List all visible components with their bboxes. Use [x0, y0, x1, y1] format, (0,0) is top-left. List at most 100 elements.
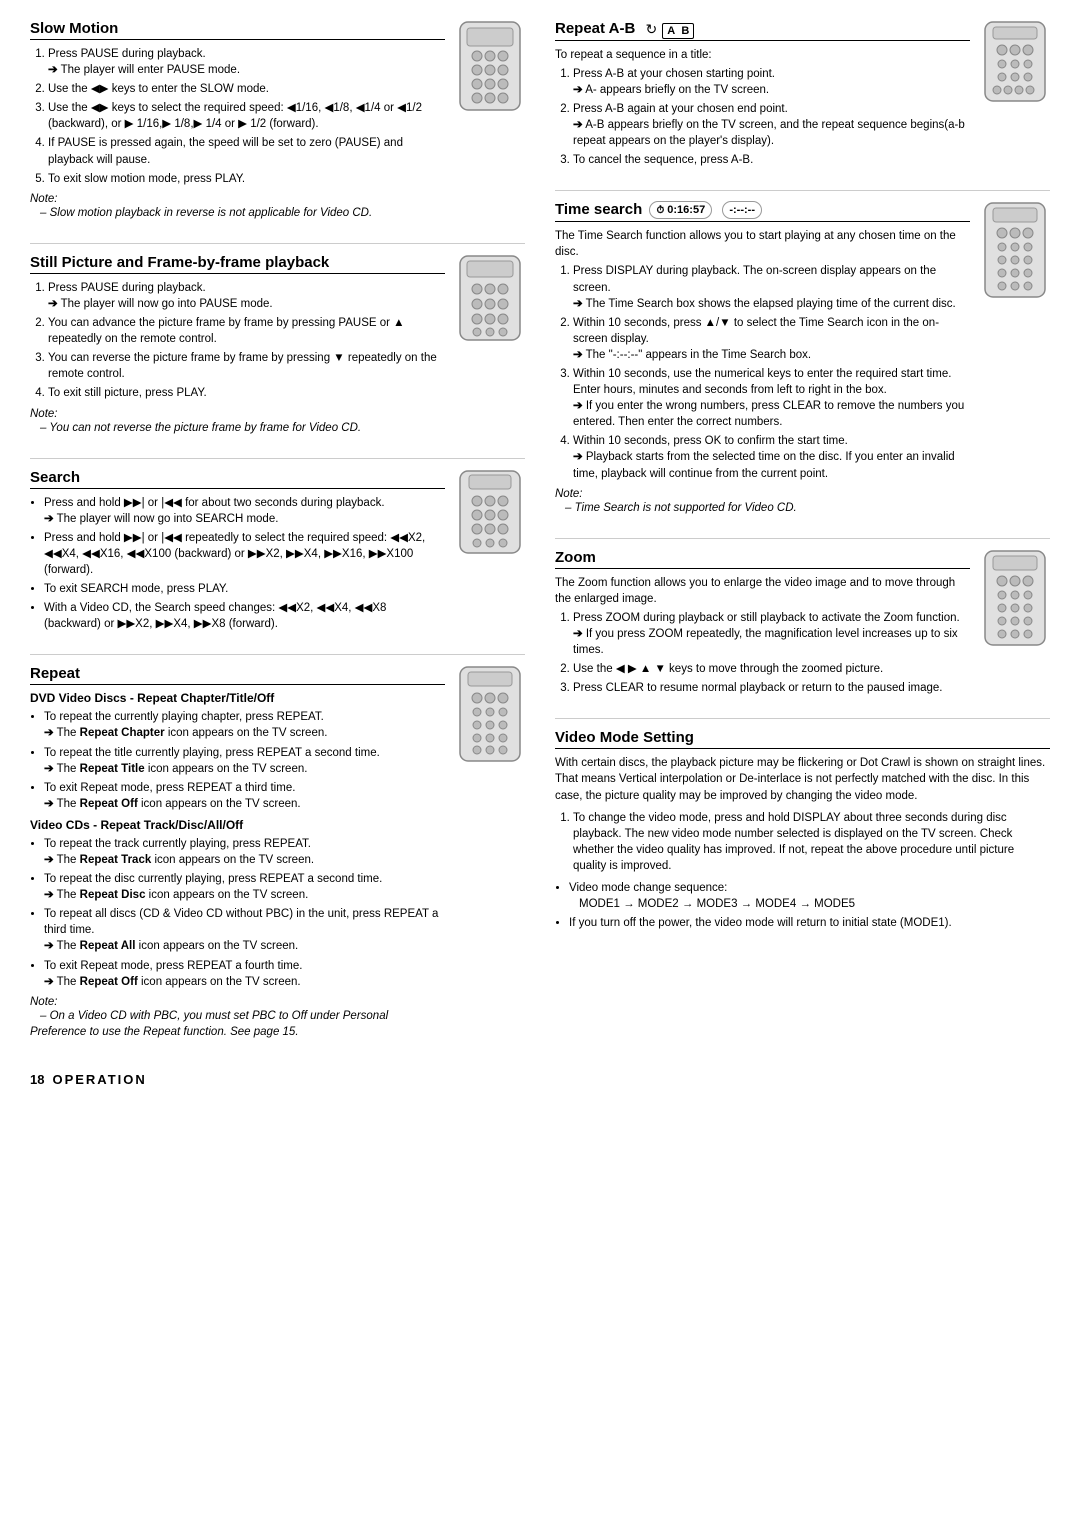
repeat-ab-remote-image — [980, 20, 1050, 108]
list-item: Press A-B again at your chosen end point… — [573, 101, 970, 149]
repeat-ab-intro: To repeat a sequence in a title: — [555, 47, 970, 63]
list-item: To change the video mode, press and hold… — [573, 810, 1050, 874]
time-display-box: ⏱ 0:16:57 — [649, 201, 712, 219]
arrow-text: ➔ — [44, 513, 54, 525]
repeat-vcd-subtitle: Video CDs - Repeat Track/Disc/All/Off — [30, 818, 445, 832]
arrow-text: ➔ — [48, 64, 58, 76]
video-mode-steps: To change the video mode, press and hold… — [555, 810, 1050, 874]
list-item: Use the ◀▶ keys to enter the SLOW mode. — [48, 81, 445, 97]
list-item: Press and hold ▶▶| or |◀◀ for about two … — [44, 495, 445, 527]
arrow-text: ➔ — [44, 763, 54, 775]
list-item: Press PAUSE during playback. ➔ The playe… — [48, 46, 445, 78]
slow-motion-remote-image — [455, 20, 525, 118]
arrow-text: ➔ — [573, 349, 583, 361]
search-title: Search — [30, 469, 445, 489]
time-current: 0:16:57 — [667, 204, 705, 216]
divider — [555, 718, 1050, 719]
list-item: To exit Repeat mode, press REPEAT a four… — [44, 958, 445, 990]
list-item: Within 10 seconds, press ▲/▼ to select t… — [573, 315, 970, 363]
video-mode-bullets: Video mode change sequence: MODE1 → MODE… — [555, 880, 1050, 931]
arrow-text: ➔ — [573, 451, 583, 463]
still-picture-note: Note: – You can not reverse the picture … — [30, 408, 445, 436]
list-item: Use the ◀ ▶ ▲ ▼ keys to move through the… — [573, 661, 970, 677]
still-picture-title: Still Picture and Frame-by-frame playbac… — [30, 254, 445, 274]
list-item: Use the ◀▶ keys to select the required s… — [48, 100, 445, 132]
list-item: If you turn off the power, the video mod… — [569, 915, 1050, 931]
section-search: Search Press and hold ▶▶| or |◀◀ for abo… — [30, 469, 525, 637]
repeat-vcd-bullets: To repeat the track currently playing, p… — [30, 836, 445, 990]
zoom-intro: The Zoom function allows you to enlarge … — [555, 575, 970, 607]
repeat-remote-image — [455, 665, 525, 768]
clock-icon: ⏱ — [656, 205, 664, 216]
list-item: Press PAUSE during playback. ➔ The playe… — [48, 280, 445, 312]
page-number: 18 — [30, 1072, 44, 1087]
time-search-note: Note: – Time Search is not supported for… — [555, 488, 970, 516]
arrow-text: ➔ — [48, 298, 58, 310]
list-item: To repeat all discs (CD & Video CD witho… — [44, 906, 445, 954]
time-search-intro: The Time Search function allows you to s… — [555, 228, 970, 260]
arrow-text: ➔ — [44, 940, 54, 952]
arrow-text: ➔ — [44, 854, 54, 866]
list-item: To repeat the disc currently playing, pr… — [44, 871, 445, 903]
list-item: To exit SEARCH mode, press PLAY. — [44, 581, 445, 597]
left-column: Slow Motion Press PAUSE during playback.… — [30, 20, 525, 1062]
divider — [555, 190, 1050, 191]
repeat-ab-title: Repeat A-B ↻ A B — [555, 20, 970, 41]
list-item: To repeat the title currently playing, p… — [44, 745, 445, 777]
section-video-mode: Video Mode Setting With certain discs, t… — [555, 729, 1050, 931]
list-item: To cancel the sequence, press A-B. — [573, 152, 970, 168]
repeat-ab-steps: Press A-B at your chosen starting point.… — [555, 66, 970, 169]
arrow-text: ➔ — [573, 400, 583, 412]
arrow-text: ➔ — [573, 84, 583, 96]
slow-motion-steps: Press PAUSE during playback. ➔ The playe… — [30, 46, 445, 187]
list-item: Within 10 seconds, press OK to confirm t… — [573, 433, 970, 481]
video-mode-intro: With certain discs, the playback picture… — [555, 755, 1050, 803]
search-bullets: Press and hold ▶▶| or |◀◀ for about two … — [30, 495, 445, 633]
arrow-text: ➔ — [44, 798, 54, 810]
zoom-remote-image — [980, 549, 1050, 652]
list-item: Press A-B at your chosen starting point.… — [573, 66, 970, 98]
list-item: Press ZOOM during playback or still play… — [573, 610, 970, 658]
time-search-steps: Press DISPLAY during playback. The on-sc… — [555, 263, 970, 481]
divider — [30, 654, 525, 655]
repeat-dvd-bullets: To repeat the currently playing chapter,… — [30, 709, 445, 812]
zoom-steps: Press ZOOM during playback or still play… — [555, 610, 970, 696]
mode-sequence: MODE1 → MODE2 → MODE3 → MODE4 → MODE5 — [569, 898, 855, 910]
repeat-dvd-subtitle: DVD Video Discs - Repeat Chapter/Title/O… — [30, 691, 445, 705]
time-dashes: -:--:-- — [729, 204, 755, 216]
section-zoom: Zoom The Zoom function allows you to enl… — [555, 549, 1050, 701]
list-item: With a Video CD, the Search speed change… — [44, 600, 445, 632]
list-item: To repeat the track currently playing, p… — [44, 836, 445, 868]
section-repeat: Repeat DVD Video Discs - Repeat Chapter/… — [30, 665, 525, 1044]
slow-motion-title: Slow Motion — [30, 20, 445, 40]
list-item: Press CLEAR to resume normal playback or… — [573, 680, 970, 696]
time-dashes-box: -:--:-- — [722, 201, 762, 219]
list-item: To exit still picture, press PLAY. — [48, 385, 445, 401]
list-item: You can advance the picture frame by fra… — [48, 315, 445, 347]
section-repeat-ab: Repeat A-B ↻ A B To repeat a sequence in… — [555, 20, 1050, 172]
list-item: If PAUSE is pressed again, the speed wil… — [48, 135, 445, 167]
arrow-text: ➔ — [573, 628, 583, 640]
arrow-text: ➔ — [44, 727, 54, 739]
divider — [30, 243, 525, 244]
arrow-text: ➔ — [44, 976, 54, 988]
right-column: Repeat A-B ↻ A B To repeat a sequence in… — [555, 20, 1050, 1062]
repeat-note: Note: – On a Video CD with PBC, you must… — [30, 996, 445, 1040]
list-item: Press DISPLAY during playback. The on-sc… — [573, 263, 970, 311]
list-item: You can reverse the picture frame by fra… — [48, 350, 445, 382]
time-search-title: Time search ⏱ 0:16:57 -:--:-- — [555, 201, 970, 222]
list-item: Press and hold ▶▶| or |◀◀ repeatedly to … — [44, 530, 445, 578]
section-slow-motion: Slow Motion Press PAUSE during playback.… — [30, 20, 525, 225]
still-picture-remote-image — [455, 254, 525, 347]
footer-label: OPERATION — [52, 1072, 146, 1087]
search-remote-image — [455, 469, 525, 560]
time-search-remote-image — [980, 201, 1050, 304]
repeat-title: Repeat — [30, 665, 445, 685]
list-item: Video mode change sequence: MODE1 → MODE… — [569, 880, 1050, 912]
list-item: To repeat the currently playing chapter,… — [44, 709, 445, 741]
still-picture-steps: Press PAUSE during playback. ➔ The playe… — [30, 280, 445, 402]
divider — [555, 538, 1050, 539]
page-footer: 18 OPERATION — [30, 1072, 1050, 1087]
section-still-picture: Still Picture and Frame-by-frame playbac… — [30, 254, 525, 440]
list-item: To exit slow motion mode, press PLAY. — [48, 171, 445, 187]
